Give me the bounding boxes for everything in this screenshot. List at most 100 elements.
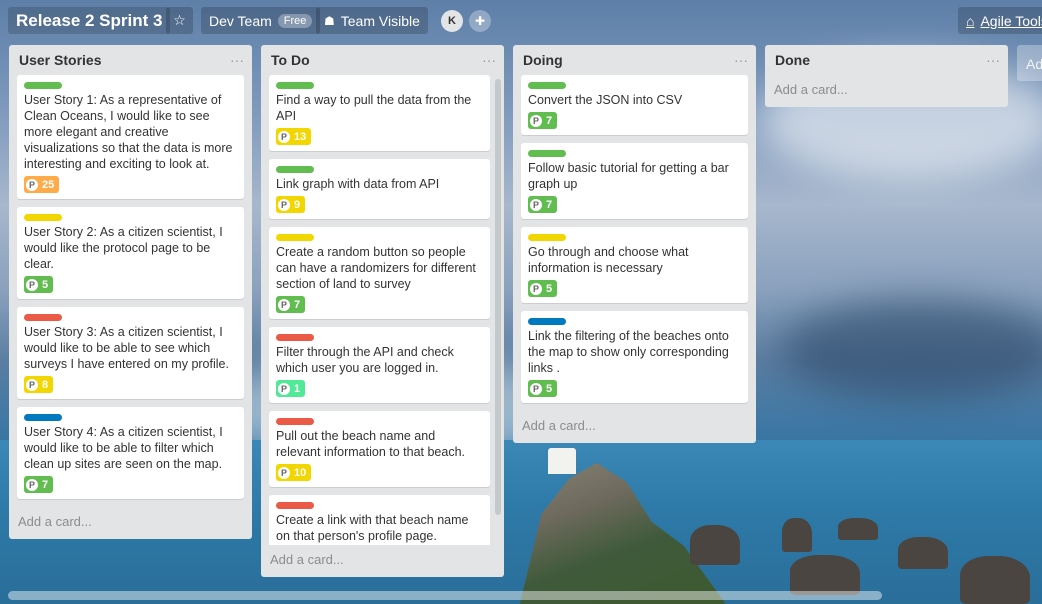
card-title: Pull out the beach name and relevant inf… (276, 429, 466, 459)
visibility-button[interactable]: ☗ Team Visible (316, 7, 428, 34)
card-title: Link graph with data from API (276, 177, 440, 191)
story-points-badge: P5 (528, 380, 558, 397)
card-title: Filter through the API and check which u… (276, 345, 454, 375)
story-points-value: 7 (546, 114, 553, 127)
story-points-value: 7 (546, 198, 553, 211)
card-title: Link the filtering of the beaches onto t… (528, 329, 729, 375)
list-title[interactable]: Done (775, 52, 810, 68)
card-list: User Story 1: As a representative of Cle… (9, 75, 252, 507)
free-badge: Free (277, 13, 313, 28)
star-icon: ☆ (173, 12, 186, 28)
card-list: Find a way to pull the data from the API… (261, 75, 504, 545)
background-lighthouse (548, 448, 576, 474)
list-menu-icon[interactable]: ··· (482, 52, 496, 68)
list-title[interactable]: To Do (271, 52, 310, 68)
agile-tools-label: Agile Tools (980, 12, 1042, 29)
card-label-blue (24, 414, 62, 421)
add-card-button[interactable]: Add a card... (513, 411, 756, 443)
card[interactable]: Convert the JSON into CSV P 7 (521, 75, 748, 135)
list-menu-icon[interactable]: ··· (734, 52, 748, 68)
add-card-button[interactable]: Add a card... (261, 545, 504, 577)
team-name: Dev Team (209, 12, 272, 29)
card-label-green (528, 82, 566, 89)
story-points-badge: P 10 (276, 464, 312, 481)
story-points-value: 13 (294, 130, 307, 143)
list-done: Done ··· Add a card... (765, 45, 1008, 107)
board-title[interactable]: Release 2 Sprint 3 (8, 7, 171, 34)
points-icon: P (278, 130, 290, 143)
agile-tools-button[interactable]: ⌂ Agile Tools (958, 7, 1042, 34)
story-points-value: 25 (42, 178, 55, 191)
background-rock (782, 518, 812, 552)
card[interactable]: Create a link with that beach name on th… (269, 495, 490, 545)
list-title[interactable]: User Stories (19, 52, 101, 68)
points-icon: P (530, 198, 542, 211)
card[interactable]: Find a way to pull the data from the API… (269, 75, 490, 151)
card[interactable]: Go through and choose what information i… (521, 227, 748, 303)
story-points-badge: P7 (528, 196, 558, 213)
board-header: Release 2 Sprint 3 ☆ Dev Team Free ☗ Tea… (0, 0, 1042, 40)
card[interactable]: Create a random button so people can hav… (269, 227, 490, 319)
card[interactable]: User Story 2: As a citizen scientist, I … (17, 207, 244, 299)
card[interactable]: Link graph with data from API P 9 (269, 159, 490, 219)
story-points-badge: P8 (24, 376, 54, 393)
points-icon: P (26, 478, 38, 491)
list-user-stories: User Stories ··· User Story 1: As a repres… (9, 45, 252, 539)
list-menu-icon[interactable]: ··· (230, 52, 244, 68)
list-scrollbar[interactable] (495, 79, 501, 515)
points-icon: P (530, 114, 542, 127)
card[interactable]: User Story 4: As a citizen scientist, I … (17, 407, 244, 499)
add-card-button[interactable]: Add a card... (9, 507, 252, 539)
story-points-value: 10 (294, 466, 307, 479)
card[interactable]: Link the filtering of the beaches onto t… (521, 311, 748, 403)
story-points-badge: P9 (276, 196, 306, 213)
card-list: Convert the JSON into CSV P 7 Follow basic … (513, 75, 756, 411)
card[interactable]: User Story 1: As a representative of Cle… (17, 75, 244, 199)
card[interactable]: User Story 3: As a citizen scientist, I … (17, 307, 244, 399)
card-label-green (24, 82, 62, 89)
team-button[interactable]: Dev Team Free (201, 7, 321, 34)
points-icon: P (530, 382, 542, 395)
story-points-badge: P 25 (24, 176, 60, 193)
story-points-value: 9 (294, 198, 301, 211)
background-cloud (780, 300, 1042, 400)
add-list-button[interactable]: Ad (1017, 45, 1042, 81)
star-board-button[interactable]: ☆ (166, 7, 193, 34)
card-title: Find a way to pull the data from the API (276, 93, 472, 123)
story-points-badge: P7 (528, 112, 558, 129)
story-points-value: 8 (42, 378, 49, 391)
card-title: Create a link with that beach name on th… (276, 513, 469, 543)
story-points-badge: P5 (528, 280, 558, 297)
list-header: Done ··· (765, 45, 1008, 75)
points-icon: P (530, 282, 542, 295)
points-icon: P (26, 378, 38, 391)
add-card-button[interactable]: Add a card... (765, 75, 1008, 107)
add-member-button[interactable]: ✚ (469, 10, 491, 32)
card-label-red (276, 418, 314, 425)
story-points-badge: P1 (276, 380, 306, 397)
story-points-value: 7 (42, 478, 49, 491)
list-header: User Stories ··· (9, 45, 252, 75)
card[interactable]: Follow basic tutorial for getting a bar … (521, 143, 748, 219)
board-horizontal-scrollbar[interactable] (8, 591, 882, 600)
member-avatar[interactable]: K (441, 10, 463, 32)
points-icon: P (278, 198, 290, 211)
background-rock (838, 518, 878, 540)
background-rock (960, 556, 1030, 604)
card-label-red (24, 314, 62, 321)
card-label-yellow (528, 234, 566, 241)
card-label-red (276, 334, 314, 341)
card[interactable]: Pull out the beach name and relevant inf… (269, 411, 490, 487)
card-title: Follow basic tutorial for getting a bar … (528, 161, 729, 191)
card-label-blue (528, 318, 566, 325)
card-title: User Story 2: As a citizen scientist, I … (24, 225, 223, 271)
card-title: Create a random button so people can hav… (276, 245, 476, 291)
list-header: To Do ··· (261, 45, 504, 75)
list-menu-icon[interactable]: ··· (986, 52, 1000, 68)
card-title: User Story 4: As a citizen scientist, I … (24, 425, 223, 471)
card-title: Go through and choose what information i… (528, 245, 689, 275)
list-title[interactable]: Doing (523, 52, 563, 68)
card-title: User Story 3: As a citizen scientist, I … (24, 325, 229, 371)
background-rock (790, 555, 860, 595)
card[interactable]: Filter through the API and check which u… (269, 327, 490, 403)
